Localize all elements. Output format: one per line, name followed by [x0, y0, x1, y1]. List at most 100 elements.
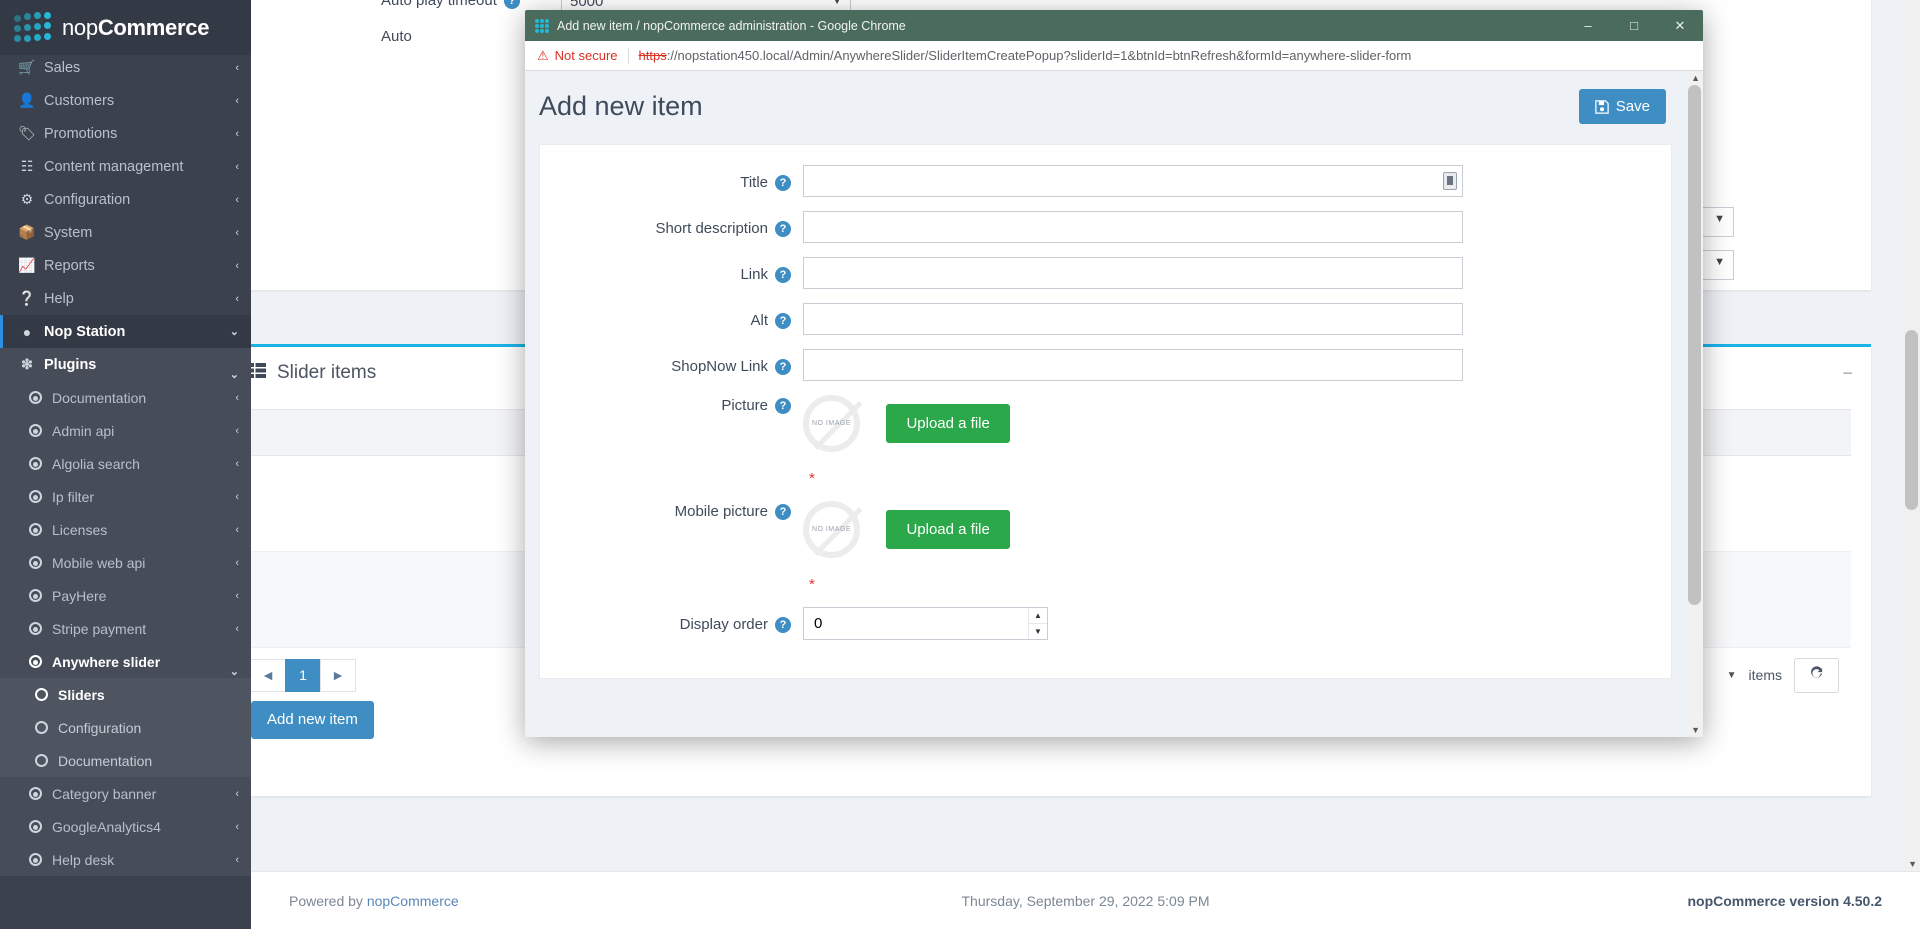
chevron-left-icon: ‹ — [235, 490, 239, 503]
question-icon[interactable]: ? — [775, 312, 791, 329]
autoplay-timeout-value: 5000 — [570, 0, 604, 10]
radio-icon — [22, 391, 48, 404]
nopcommerce-logo-icon — [14, 11, 56, 44]
sidebar-item-sliders[interactable]: Sliders — [0, 678, 251, 711]
link-input[interactable] — [803, 257, 1463, 289]
popup-scrollbar[interactable]: ▲ ▼ — [1686, 71, 1703, 737]
shopnow-link-input[interactable] — [803, 349, 1463, 381]
radio-icon — [22, 853, 48, 866]
brand-logo[interactable]: nopCommerce — [0, 0, 251, 55]
question-icon[interactable]: ? — [775, 220, 791, 237]
sidebar-item-ip-filter[interactable]: Ip filter ‹ — [0, 480, 251, 513]
pagination-page-1[interactable]: 1 — [285, 658, 321, 692]
sidebar-item-algolia-search[interactable]: Algolia search ‹ — [0, 447, 251, 480]
sidebar-item-documentation[interactable]: Documentation ‹ — [0, 381, 251, 414]
label-text: Short description — [655, 220, 768, 237]
chart-icon: 📈 — [18, 257, 36, 273]
footer-powered-by: Powered by nopCommerce — [289, 892, 459, 909]
field-control-mobile-picture: NO IMAGE Upload a file * — [803, 501, 1653, 593]
sidebar-item-licenses[interactable]: Licenses ‹ — [0, 513, 251, 546]
radio-icon — [22, 457, 48, 470]
sidebar-item-googleanalytics4[interactable]: GoogleAnalytics4 ‹ — [0, 810, 251, 843]
sidebar-item-admin-api[interactable]: Admin api ‹ — [0, 414, 251, 447]
panel-title: Slider items — [277, 362, 377, 383]
close-button[interactable]: ✕ — [1657, 10, 1703, 41]
radio-icon — [22, 820, 48, 833]
question-icon[interactable]: ? — [775, 174, 791, 191]
display-order-input[interactable] — [803, 607, 1048, 640]
no-image-text: NO IMAGE — [811, 420, 851, 427]
page-scrollbar[interactable]: ▼ — [1903, 0, 1920, 871]
sidebar-item-customers[interactable]: 👤 Customers ‹ — [0, 84, 251, 117]
user-icon: 👤 — [18, 92, 36, 108]
sidebar-item-configuration[interactable]: ⚙ Configuration ‹ — [0, 183, 251, 216]
sidebar-item-label: Customers — [44, 92, 115, 109]
url-text: https://nopstation450.local/Admin/Anywhe… — [639, 48, 1412, 63]
question-icon[interactable]: ? — [775, 266, 791, 283]
sidebar-item-system[interactable]: 📦 System ‹ — [0, 216, 251, 249]
upload-picture-button[interactable]: Upload a file — [886, 404, 1010, 443]
question-icon[interactable]: ? — [775, 397, 791, 414]
question-icon[interactable]: ? — [775, 616, 791, 633]
sidebar-item-help[interactable]: ❔ Help ‹ — [0, 282, 251, 315]
field-label-picture: Picture ? — [558, 395, 803, 414]
question-icon[interactable]: ? — [503, 0, 520, 9]
pagination-prev[interactable]: ◄ — [251, 658, 286, 692]
sidebar-item-sales[interactable]: 🛒 Sales ‹ — [0, 51, 251, 84]
save-button-wrap: Save — [1578, 89, 1666, 124]
sidebar-item-label: Reports — [44, 257, 95, 274]
sidebar-item-category-banner[interactable]: Category banner ‹ — [0, 777, 251, 810]
field-row-shopnow-link: ShopNow Link ? — [558, 349, 1653, 381]
sidebar-item-slider-documentation[interactable]: Documentation — [0, 744, 251, 777]
alt-input[interactable] — [803, 303, 1463, 335]
minimize-button[interactable]: – — [1565, 10, 1611, 41]
sidebar-item-anywhere-slider[interactable]: Anywhere slider ⌄ — [0, 645, 251, 678]
chevron-down-icon: ▼ — [832, 0, 842, 7]
minus-icon[interactable]: − — [1842, 363, 1853, 384]
question-icon[interactable]: ? — [775, 503, 791, 520]
refresh-icon — [1811, 666, 1823, 678]
refresh-button[interactable] — [1794, 658, 1839, 693]
sidebar-item-mobile-web-api[interactable]: Mobile web api ‹ — [0, 546, 251, 579]
sidebar-item-help-desk[interactable]: Help desk ‹ — [0, 843, 251, 876]
title-input[interactable] — [803, 165, 1463, 197]
pagination-next[interactable]: ► — [320, 658, 356, 692]
localization-icon[interactable] — [1443, 172, 1457, 190]
scroll-down-icon[interactable]: ▼ — [1908, 859, 1917, 869]
page-size-caret-icon[interactable]: ▼ — [1727, 670, 1737, 681]
add-new-item-button[interactable]: Add new item — [251, 700, 374, 739]
items-label: items — [1748, 667, 1782, 684]
stepper-up-button[interactable]: ▲ — [1029, 608, 1047, 624]
popup-scrollbar-thumb[interactable] — [1688, 85, 1701, 605]
maximize-button[interactable]: □ — [1611, 10, 1657, 41]
stepper-down-button[interactable]: ▼ — [1029, 624, 1047, 639]
scroll-down-icon[interactable]: ▼ — [1691, 725, 1700, 735]
sidebar-item-slider-configuration[interactable]: Configuration — [0, 711, 251, 744]
short-description-input[interactable] — [803, 211, 1463, 243]
sidebar-item-stripe-payment[interactable]: Stripe payment ‹ — [0, 612, 251, 645]
sidebar-item-content-management[interactable]: ☷ Content management ‹ — [0, 150, 251, 183]
sidebar-item-label: Nop Station — [44, 323, 126, 340]
chevron-down-icon: ▼ — [1714, 213, 1725, 225]
upload-mobile-picture-button[interactable]: Upload a file — [886, 510, 1010, 549]
required-indicator: * — [809, 576, 815, 593]
sidebar-item-nop-station[interactable]: ● Nop Station ⌄ — [0, 315, 251, 348]
page-scrollbar-thumb[interactable] — [1905, 330, 1918, 510]
circle-icon — [28, 688, 54, 701]
field-control-link — [803, 257, 1653, 289]
sidebar-item-plugins[interactable]: ❇ Plugins ⌄ — [0, 348, 251, 381]
window-titlebar[interactable]: Add new item / nopCommerce administratio… — [525, 10, 1703, 41]
sidebar-item-promotions[interactable]: 🏷 Promotions ‹ — [0, 117, 251, 150]
autoplay-timeout-row: Auto play timeout ? — [381, 0, 520, 9]
nopcommerce-link[interactable]: nopCommerce — [367, 893, 459, 909]
sidebar-item-payhere[interactable]: PayHere ‹ — [0, 579, 251, 612]
sidebar-item-label: Documentation — [52, 389, 147, 406]
radio-icon — [22, 523, 48, 536]
not-secure-label[interactable]: Not secure — [555, 48, 618, 63]
chevron-left-icon: ‹ — [235, 589, 239, 602]
sidebar-item-reports[interactable]: 📈 Reports ‹ — [0, 249, 251, 282]
address-bar[interactable]: ⚠ Not secure https://nopstation450.local… — [525, 41, 1703, 71]
save-button[interactable]: Save — [1578, 89, 1666, 124]
question-icon[interactable]: ? — [775, 358, 791, 375]
scroll-up-icon[interactable]: ▲ — [1691, 73, 1700, 83]
